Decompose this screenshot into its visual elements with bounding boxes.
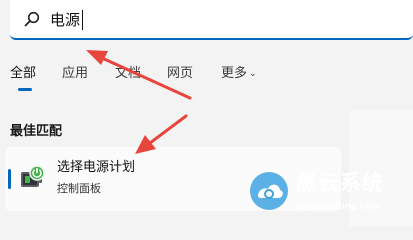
watermark-url: heiyunxitong.com [295,201,381,212]
cloud-logo-icon [250,172,288,210]
search-icon [24,11,40,27]
tab-apps[interactable]: 应用 [62,64,88,84]
search-input[interactable]: 电源 [50,11,80,29]
best-match-heading: 最佳匹配 [10,124,63,139]
filter-tabs: 全部 应用 文档 网页 更多 ⌄ [0,64,413,91]
tab-more[interactable]: 更多 ⌄ [221,64,257,84]
chevron-down-icon: ⌄ [249,69,257,79]
tab-more-label: 更多 [221,66,248,81]
tab-documents[interactable]: 文档 [115,64,141,84]
active-tab-indicator [18,88,32,91]
tab-web[interactable]: 网页 [167,64,193,84]
power-options-icon [21,165,45,187]
result-subtitle: 控制面板 [57,182,101,195]
tab-all[interactable]: 全部 [10,64,36,84]
result-title: 选择电源计划 [57,160,136,175]
watermark-title: 黑云系统 [296,171,384,195]
text-cursor [82,10,83,30]
search-box[interactable]: 电源 [10,0,413,40]
watermark: 黑云系统 heiyunxitong.com [248,166,413,226]
selection-indicator [8,169,11,189]
